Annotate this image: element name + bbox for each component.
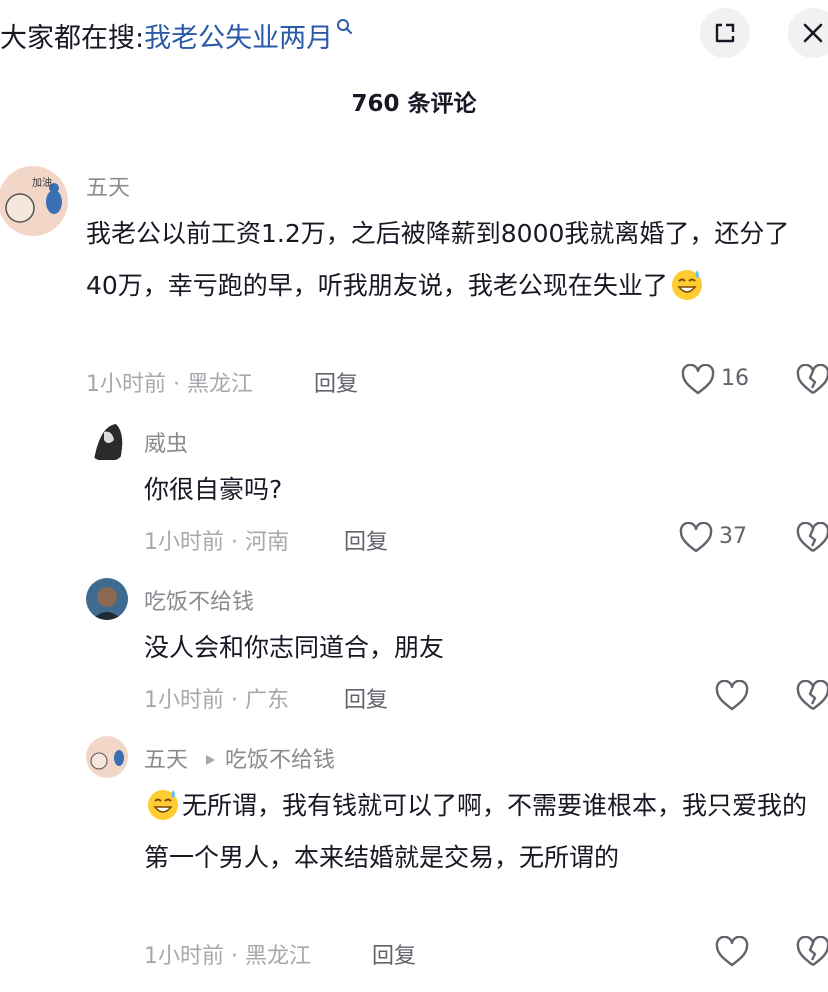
like-button[interactable] [715,679,749,716]
sweat-smile-emoji-icon [671,270,702,300]
avatar-image: 加油 [0,166,68,236]
heart-outline-icon [715,679,749,711]
comment-meta: 1小时前 · 黑龙江 [86,372,253,397]
like-count: 37 [719,524,747,549]
comment-meta: 1小时前 · 黑龙江 [144,944,311,969]
like-button[interactable] [679,521,713,558]
comment-time: 1小时前 [86,372,166,397]
like-count: 16 [721,366,749,391]
reply-header: 五天 吃饭不给钱 [144,742,335,774]
close-icon [803,23,823,43]
close-button[interactable] [788,8,828,58]
heart-outline-icon [679,521,713,553]
broken-heart-icon [796,679,828,710]
comment-region: 黑龙江 [186,372,253,397]
comment-text: 无所谓，我有钱就可以了啊，不需要谁根本，我只爱我的第一个男人，本来结婚就是交易，… [144,780,826,884]
broken-heart-icon [796,363,828,394]
search-suggestion[interactable]: 大家都在搜:我老公失业两月 [0,16,354,55]
comment-time: 1小时前 [144,688,224,713]
heart-outline-icon [681,363,715,395]
comment-region: 黑龙江 [244,944,311,969]
avatar[interactable]: 加油 [0,166,68,236]
avatar-image [86,736,128,778]
comment-region: 河南 [244,530,289,555]
comment-time: 1小时前 [144,530,224,555]
comment-text: 你很自豪吗? [144,475,283,504]
dislike-button[interactable] [796,363,828,400]
comment-username[interactable]: 五天 [86,170,130,202]
comment-region: 广东 [244,688,289,713]
expand-button[interactable] [700,8,750,58]
comment-count-title: 760 条评论 [351,91,477,117]
dislike-button[interactable] [796,679,828,716]
comment-username[interactable]: 吃饭不给钱 [144,584,254,616]
search-icon [337,19,353,34]
heart-outline-icon [715,935,749,967]
avatar-image [86,420,128,462]
avatar[interactable] [86,578,128,620]
sweat-smile-emoji-icon [148,790,178,820]
comment-username[interactable]: 五天 [144,748,188,773]
search-query-link[interactable]: 我老公失业两月 [144,23,333,54]
play-triangle-icon [206,755,216,765]
comment-meta: 1小时前 · 河南 [144,530,289,555]
expand-icon [715,23,735,43]
comment-text: 没人会和你志同道合，朋友 [144,633,445,662]
dislike-button[interactable] [796,521,828,558]
like-button[interactable] [681,363,715,400]
comment-username[interactable]: 威虫 [144,426,188,458]
search-prefix-label: 大家都在搜: [0,23,145,54]
dislike-button[interactable] [796,935,828,972]
reply-to-username[interactable]: 吃饭不给钱 [225,748,335,773]
avatar[interactable] [86,736,128,778]
comment-time: 1小时前 [144,944,224,969]
reply-button[interactable]: 回复 [314,366,358,398]
broken-heart-icon [796,521,828,552]
reply-button[interactable]: 回复 [372,938,416,970]
like-button[interactable] [715,935,749,972]
comment-body: 无所谓，我有钱就可以了啊，不需要谁根本，我只爱我的第一个男人，本来结婚就是交易，… [144,791,808,872]
reply-button[interactable]: 回复 [344,524,388,556]
reply-button[interactable]: 回复 [344,682,388,714]
broken-heart-icon [796,935,828,966]
comment-text: 我老公以前工资1.2万，之后被降薪到8000我就离婚了，还分了40万，幸亏跑的早… [86,208,818,312]
avatar-image [86,578,128,620]
comment-meta: 1小时前 · 广东 [144,688,289,713]
avatar-text: 加油 [32,176,52,189]
avatar[interactable] [86,420,128,462]
